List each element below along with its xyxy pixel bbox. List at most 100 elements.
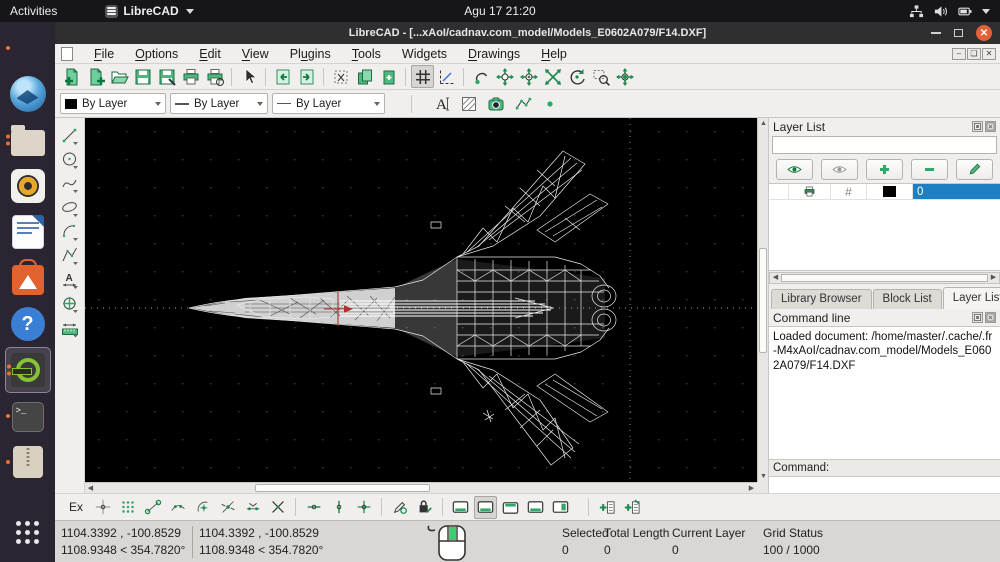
snap-free-button[interactable] [91,496,114,519]
dock-item-software[interactable] [5,255,51,301]
text-tool-button[interactable] [430,92,453,115]
mdi-close-icon[interactable]: ✕ [982,48,996,60]
color-combo[interactable]: By Layer [60,93,166,114]
restore-icon[interactable] [954,29,963,37]
layer-print-icon[interactable] [789,184,831,199]
undo-button[interactable] [271,65,294,88]
restrict-vertical-button[interactable] [327,496,350,519]
snap-on-entity-button[interactable] [166,496,189,519]
pan-hand-button[interactable] [469,65,492,88]
dimension-tool-button[interactable] [58,317,82,339]
remove-layer-button[interactable] [911,159,948,180]
menu-tools[interactable]: Tools [352,47,381,61]
add-block-button[interactable] [595,496,618,519]
snap-intersection-button[interactable] [266,496,289,519]
menu-widgets[interactable]: Widgets [402,47,447,61]
zoom-in-button[interactable] [517,65,540,88]
modify-layer-button[interactable] [956,159,993,180]
mdi-minimize-icon[interactable]: – [952,48,966,60]
layer-row[interactable]: # 0 [769,184,1000,200]
activities-button[interactable]: Activities [10,4,57,18]
close-panel-icon[interactable] [985,121,996,132]
menu-options[interactable]: Options [135,47,178,61]
line-tool-button[interactable] [58,125,82,147]
cut-button[interactable] [329,65,352,88]
tab-block-list[interactable]: Block List [873,289,942,309]
dock-area-floating-button[interactable] [549,496,572,519]
line-type-combo[interactable]: By Layer [272,93,385,114]
save-as-button[interactable] [155,65,178,88]
layer-name[interactable]: 0 [913,184,1000,199]
zoom-pan-button[interactable] [613,65,636,88]
dock-item-firefox[interactable] [5,25,51,71]
menu-edit[interactable]: Edit [199,47,221,61]
float-panel-icon[interactable] [972,312,983,323]
save-button[interactable] [131,65,154,88]
system-tray[interactable] [909,4,990,19]
float-panel-icon[interactable] [972,121,983,132]
dock-item-librecad[interactable] [5,347,51,393]
insert-block-tool-button[interactable] [58,293,82,315]
grid-toggle-button[interactable] [411,65,434,88]
menu-help[interactable]: Help [541,47,567,61]
command-input[interactable] [769,477,1000,493]
mdi-restore-icon[interactable]: ❏ [967,48,981,60]
scroll-right-icon[interactable]: ▶ [988,273,999,283]
exclusive-snap-button[interactable]: Ex [63,498,89,516]
dock-item-writer[interactable] [5,209,51,255]
dock-area-right-button[interactable] [499,496,522,519]
menu-plugins[interactable]: Plugins [290,47,331,61]
dock-item-terminal[interactable]: >_ [5,393,51,439]
show-all-layers-button[interactable] [776,159,813,180]
dock-area-left-button[interactable] [449,496,472,519]
panel-horizontal-scrollbar[interactable]: ◀ ▶ [769,272,1000,284]
scroll-up-icon[interactable]: ▲ [758,118,769,129]
point-button[interactable] [538,92,561,115]
zoom-window-button[interactable] [589,65,612,88]
print-preview-button[interactable] [203,65,226,88]
dock-area-top-button[interactable] [524,496,547,519]
tab-library-browser[interactable]: Library Browser [771,289,872,309]
add-layer-button[interactable] [620,496,643,519]
insert-image-button[interactable] [484,92,507,115]
polyline-button[interactable] [511,92,534,115]
dock-item-help[interactable]: ? [5,301,51,347]
snap-center-button[interactable] [191,496,214,519]
snap-endpoint-button[interactable] [141,496,164,519]
ortho-toggle-button[interactable] [435,65,458,88]
print-button[interactable] [179,65,202,88]
hide-all-layers-button[interactable] [821,159,858,180]
zoom-redraw-button[interactable] [493,65,516,88]
app-indicator[interactable]: LibreCAD [105,4,193,18]
line-width-combo[interactable]: By Layer [170,93,268,114]
tab-layer-list[interactable]: Layer List [943,287,1000,309]
snap-grid-button[interactable] [116,496,139,519]
ellipse-tool-button[interactable] [58,197,82,219]
add-layer-button[interactable] [866,159,903,180]
horizontal-scroll-thumb[interactable] [255,484,430,492]
paste-button[interactable] [377,65,400,88]
copy-button[interactable] [353,65,376,88]
title-bar[interactable]: LibreCAD - [...xAoI/cadnav.com_model/Mod… [55,22,1000,44]
menu-file[interactable]: File [94,47,114,61]
command-history[interactable]: Loaded document: /home/master/.cache/.fr… [769,326,1000,460]
hatch-button[interactable] [457,92,480,115]
auto-zoom-button[interactable] [541,65,564,88]
new-from-template-button[interactable] [83,65,106,88]
canvas-vertical-scrollbar[interactable]: ▲ ▼ [757,118,768,482]
redo-button[interactable] [295,65,318,88]
new-drawing-button[interactable] [59,65,82,88]
layer-construction-icon[interactable]: # [831,184,867,199]
arc-tool-button[interactable] [58,221,82,243]
restrict-orthogonal-button[interactable] [352,496,375,519]
close-icon[interactable]: ✕ [976,25,992,41]
canvas-horizontal-scrollbar[interactable]: ◀ ▶ [85,482,757,493]
dock-area-bottom-button[interactable] [474,496,497,519]
layer-select-cell[interactable] [769,184,789,199]
scroll-left-icon[interactable]: ◀ [770,273,781,283]
restrict-horizontal-button[interactable] [302,496,325,519]
vertical-scroll-thumb[interactable] [759,248,767,353]
layer-color-swatch[interactable] [867,184,913,199]
dock-item-files[interactable] [5,117,51,163]
set-relative-zero-button[interactable] [413,496,436,519]
